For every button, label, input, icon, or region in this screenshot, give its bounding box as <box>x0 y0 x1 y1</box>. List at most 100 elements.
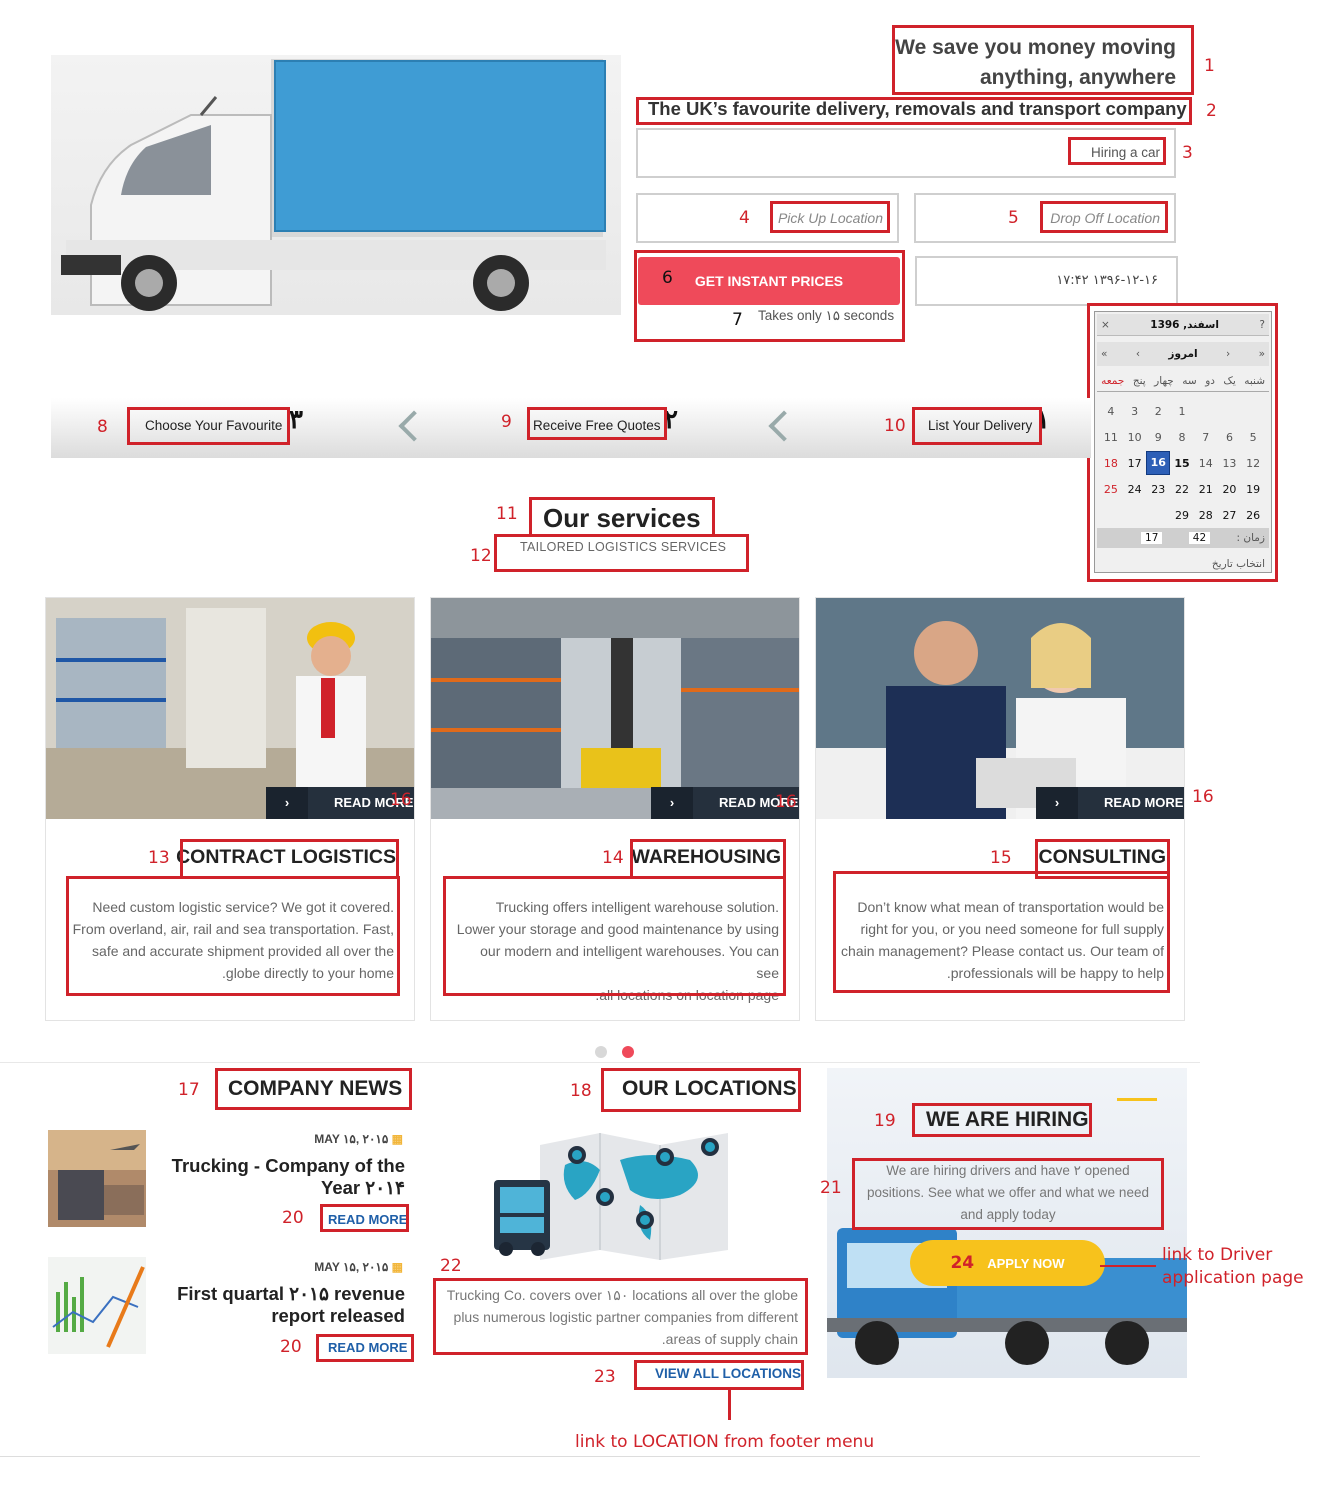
read-more-button[interactable]: › READ MORE <box>1036 787 1184 819</box>
calendar-day[interactable]: 9 <box>1146 431 1170 444</box>
calendar-day[interactable]: 10 <box>1123 431 1147 444</box>
datetime-input[interactable]: ۱۷:۴۲ ۱۳۹۶-۱۲-۱۶ <box>915 256 1178 306</box>
calendar-icon: ▦ <box>391 1260 403 1274</box>
calendar-weekday: چهار <box>1154 374 1174 387</box>
chevron-right-icon: › <box>266 787 308 819</box>
annotation-box-3 <box>1068 137 1166 165</box>
calendar-time-label: زمان : <box>1236 532 1265 544</box>
calendar-prev-month-icon[interactable]: ‹ <box>1226 348 1230 360</box>
annotation-label-13: 13 <box>148 848 170 868</box>
calendar-day[interactable]: 1 <box>1170 405 1194 418</box>
annotation-box-14-text <box>443 876 786 996</box>
calendar-month-year: اسفند, 1396 <box>1150 318 1219 331</box>
annotation-box-21 <box>852 1158 1164 1230</box>
calendar-help-icon[interactable]: ? <box>1259 319 1265 331</box>
calendar-day[interactable]: 8 <box>1170 431 1194 444</box>
annotation-label-19: 19 <box>874 1111 896 1131</box>
annotation-label-12: 12 <box>470 546 492 566</box>
calendar-day[interactable]: 17 <box>1123 457 1147 470</box>
annotation-box-20 <box>320 1204 409 1232</box>
calendar-hour-field[interactable]: 17 <box>1141 532 1163 544</box>
calendar-day[interactable]: 25 <box>1099 483 1123 496</box>
annotation-label-16: 16 <box>390 790 412 810</box>
chevron-right-icon: › <box>1036 787 1078 819</box>
calendar-week: 5 6 7 8 9 10 11 <box>1099 424 1265 450</box>
news-title[interactable]: Trucking - Company of the Year ۲۰۱۴ <box>172 1155 405 1199</box>
calendar-next-year-icon[interactable]: » <box>1101 348 1107 360</box>
calendar-week: 19 20 21 22 23 24 25 <box>1099 476 1265 502</box>
slider-dot-1[interactable] <box>595 1046 607 1058</box>
news-date: MAY ۱۵, ۲۰۱۵ ▦ <box>314 1260 403 1274</box>
annotation-label-20: 20 <box>280 1337 302 1357</box>
calendar-day[interactable]: 11 <box>1099 431 1123 444</box>
annotation-label-14: 14 <box>602 848 624 868</box>
annotation-label-20: 20 <box>282 1208 304 1228</box>
news-thumb-trucks[interactable] <box>48 1130 146 1227</box>
footer-divider <box>0 1456 1200 1457</box>
annotation-box-2 <box>636 97 1192 125</box>
calendar-day[interactable]: 14 <box>1194 457 1218 470</box>
calendar-day[interactable]: 2 <box>1146 405 1170 418</box>
apply-now-button[interactable]: 24 APPLY NOW <box>910 1240 1105 1286</box>
annotation-label-2: 2 <box>1206 101 1217 121</box>
calendar-day[interactable]: 3 <box>1123 405 1147 418</box>
annotation-label-21: 21 <box>820 1178 842 1198</box>
calendar-day[interactable]: 28 <box>1194 509 1218 522</box>
news-title-line: Trucking - Company of the <box>171 1155 405 1176</box>
news-date: MAY ۱۵, ۲۰۱۵ ▦ <box>314 1132 403 1146</box>
hero-truck-image <box>51 55 621 315</box>
calendar-day[interactable]: 24 <box>1123 483 1147 496</box>
calendar-day[interactable]: 13 <box>1218 457 1242 470</box>
calendar-day[interactable]: 18 <box>1099 457 1123 470</box>
calendar-day[interactable]: 4 <box>1099 405 1123 418</box>
calendar-weekday: سه <box>1182 374 1197 387</box>
annotation-note-location: link to LOCATION from footer menu <box>575 1432 875 1452</box>
calendar-day-selected[interactable]: 16 <box>1146 451 1171 475</box>
news-thumb-revenue-report[interactable] <box>48 1257 146 1354</box>
calendar-week: 1 2 3 4 <box>1099 398 1265 424</box>
annotation-label-17: 17 <box>178 1080 200 1100</box>
annotation-box-4 <box>770 201 890 233</box>
annotation-label-16: 16 <box>775 792 797 812</box>
calendar-day[interactable]: 15 <box>1170 457 1194 470</box>
annotation-box-18 <box>601 1068 801 1112</box>
calendar-day[interactable]: 5 <box>1241 431 1265 444</box>
calendar-day[interactable]: 7 <box>1194 431 1218 444</box>
annotation-label-1: 1 <box>1204 56 1215 76</box>
calendar-day[interactable]: 6 <box>1218 431 1242 444</box>
calendar-day[interactable]: 19 <box>1241 483 1265 496</box>
calendar-footer-label: انتخاب تاریخ <box>1211 558 1265 570</box>
news-title-line: Year ۲۰۱۴ <box>321 1177 405 1198</box>
annotation-label-23: 23 <box>594 1367 616 1387</box>
annotation-label-4: 4 <box>739 208 750 228</box>
datepicker-calendar: ? اسفند, 1396 × « ‹ امروز › » شنبه یک دو… <box>1094 311 1272 573</box>
read-more-label: READ MORE <box>1104 795 1184 810</box>
calendar-weekday: پنج <box>1132 374 1146 387</box>
annotation-label-16: 16 <box>1192 787 1214 807</box>
slider-dot-2-active[interactable] <box>622 1046 634 1058</box>
news-title[interactable]: First quartal ۲۰۱۵ revenue report releas… <box>177 1283 405 1327</box>
calendar-minute-field[interactable]: 42 <box>1188 532 1211 544</box>
calendar-prev-year-icon[interactable]: « <box>1259 348 1265 360</box>
annotation-box-10 <box>912 407 1042 445</box>
annotation-box-22 <box>433 1278 808 1355</box>
calendar-icon: ▦ <box>391 1132 403 1146</box>
calendar-close-icon[interactable]: × <box>1101 319 1110 331</box>
chevron-right-icon: › <box>651 787 693 819</box>
annotation-connector-24 <box>1100 1265 1156 1267</box>
calendar-today-button[interactable]: امروز <box>1168 348 1197 360</box>
annotation-label-9: 9 <box>501 412 512 432</box>
annotation-box-11 <box>529 497 715 537</box>
calendar-day[interactable]: 27 <box>1218 509 1242 522</box>
calendar-next-month-icon[interactable]: › <box>1136 348 1140 360</box>
calendar-day[interactable]: 12 <box>1241 457 1265 470</box>
service-image-warehouse-worker <box>46 598 414 819</box>
calendar-week: 26 27 28 29 <box>1099 502 1265 528</box>
calendar-day[interactable]: 22 <box>1170 483 1194 496</box>
calendar-day[interactable]: 23 <box>1146 483 1170 496</box>
calendar-day[interactable]: 26 <box>1241 509 1265 522</box>
calendar-day[interactable]: 29 <box>1170 509 1194 522</box>
annotation-box-13 <box>180 839 399 879</box>
calendar-day[interactable]: 21 <box>1194 483 1218 496</box>
calendar-day[interactable]: 20 <box>1218 483 1242 496</box>
